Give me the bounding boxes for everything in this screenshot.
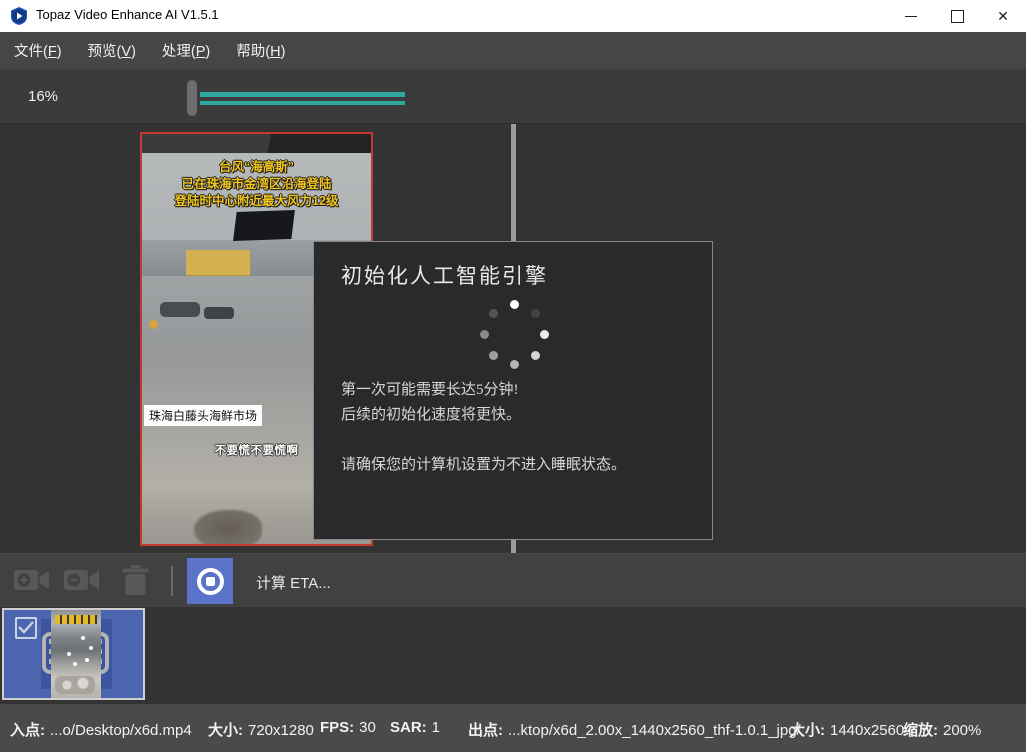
dialog-line-1: 第一次可能需要长达5分钟!: [341, 378, 626, 403]
dialog-body: 第一次可能需要长达5分钟! 后续的初始化速度将更快。 请确保您的计算机设置为不进…: [341, 378, 626, 478]
remove-video-icon: [64, 567, 101, 593]
timeline-track-bottom: [200, 101, 405, 105]
close-button[interactable]: ✕: [980, 0, 1026, 32]
video-caption-overlay: 台风“海高斯” 已在珠海市金湾区沿海登陆 登陆时中心附近最大风力12级: [142, 159, 371, 210]
dialog-line-2: 后续的初始化速度将更快。: [341, 403, 626, 428]
checkmark-icon: [18, 621, 34, 634]
add-video-button[interactable]: [14, 567, 51, 598]
preview-area: 台风“海高斯” 已在珠海市金湾区沿海登陆 登陆时中心附近最大风力12级 珠海白藤…: [0, 124, 1026, 553]
thumbnail-caption-smudge: [55, 615, 97, 624]
timeline-slider[interactable]: [185, 75, 407, 119]
dialog-line-3: 请确保您的计算机设置为不进入睡眠状态。: [341, 453, 626, 478]
topaz-logo-icon: [10, 7, 28, 25]
minimize-icon: [905, 16, 917, 17]
caption-line-2: 已在珠海市金湾区沿海登陆: [142, 176, 371, 193]
remove-video-button[interactable]: [64, 567, 101, 598]
caption-line-3: 登陆时中心附近最大风力12级: [142, 193, 371, 210]
thumbnail-detail: [55, 676, 95, 694]
zoom-level-label: 16%: [28, 88, 58, 105]
menu-item-help[interactable]: 帮助(H): [236, 40, 285, 61]
timeline-slider-handle[interactable]: [187, 80, 197, 116]
add-video-icon: [14, 567, 51, 593]
statusbar: 入点:...o/Desktop/x6d.mp4 大小:720x1280 FPS:…: [0, 704, 1026, 752]
menu-item-process[interactable]: 处理(P): [162, 40, 210, 61]
close-icon: ✕: [997, 9, 1009, 23]
stop-processing-button[interactable]: [187, 558, 233, 604]
window-title: Topaz Video Enhance AI V1.5.1: [36, 7, 219, 22]
status-fps: FPS:30: [320, 719, 376, 736]
caption-line-1: 台风“海高斯”: [142, 159, 371, 176]
dialog-title: 初始化人工智能引擎: [341, 260, 548, 290]
maximize-icon: [951, 10, 964, 23]
eta-label: 计算 ETA...: [256, 572, 331, 593]
trash-icon: [122, 565, 149, 596]
stop-processing-icon: [197, 568, 224, 595]
status-in-size: 大小:720x1280: [208, 719, 314, 740]
minimize-button[interactable]: [888, 0, 934, 32]
app-window: Topaz Video Enhance AI V1.5.1 ✕ 文件(F) 预览…: [0, 0, 1026, 752]
menu-item-preview[interactable]: 预览(V): [88, 40, 136, 61]
location-tag: 珠海白藤头海鲜市场: [144, 405, 262, 426]
toolbar-divider: [171, 566, 173, 596]
status-out-point: 出点:...ktop/x6d_2.00x_1440x2560_thf-1.0.1…: [468, 719, 801, 740]
status-out-size: 大小:1440x2560: [790, 719, 904, 740]
window-controls: ✕: [888, 0, 1026, 32]
timeline-track-top: [200, 92, 405, 97]
menu-item-file[interactable]: 文件(F): [14, 40, 62, 61]
thumbnail-checkbox[interactable]: [15, 617, 37, 639]
init-ai-engine-dialog: 初始化人工智能引擎 第一次可能需要长达5分钟! 后续的初始化速度将更快。 请确保…: [313, 241, 713, 540]
status-sar: SAR:1: [390, 719, 440, 736]
titlebar: Topaz Video Enhance AI V1.5.1 ✕: [0, 0, 1026, 32]
menubar: 文件(F) 预览(V) 处理(P) 帮助(H): [0, 32, 1026, 69]
maximize-button[interactable]: [934, 0, 980, 32]
thumbnail-strip: [0, 607, 1026, 704]
thumbnail-image: [51, 610, 101, 698]
playback-toolbar: 16% / 357 [ : ]: [0, 69, 1026, 124]
status-zoom: 缩放:200%: [903, 719, 981, 740]
delete-video-button[interactable]: [122, 565, 149, 601]
video-thumbnail-item[interactable]: [2, 608, 145, 700]
status-in-point: 入点:...o/Desktop/x6d.mp4: [10, 719, 192, 740]
process-toolbar: 计算 ETA...: [0, 553, 1026, 607]
